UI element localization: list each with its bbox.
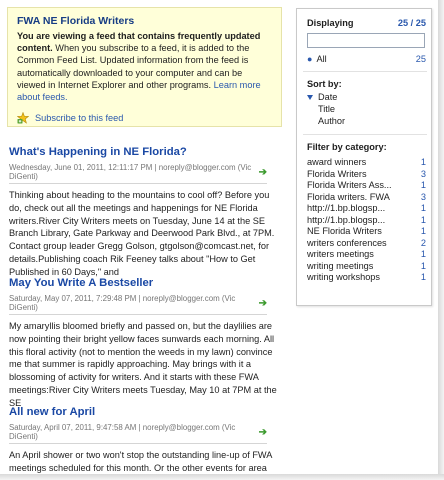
divider [303,134,427,136]
feed-title: FWA NE Florida Writers [17,15,135,27]
feed-article: What's Happening in NE Florida? Wednesda… [9,146,283,279]
filter-all-count: 25 [415,54,426,64]
sort-descending-icon [307,95,313,100]
bullet-icon: ● [307,54,313,64]
article-meta: Saturday, April 07, 2011, 9:47:58 AM | n… [9,423,267,444]
article-meta: Saturday, May 07, 2011, 7:29:48 PM | nor… [9,294,267,315]
category-item[interactable]: writers meetings 1 [307,249,426,261]
article-body: My amaryllis bloomed briefly and passed … [9,321,277,408]
filter-all[interactable]: ● All 25 [307,54,426,64]
sort-option-title[interactable]: Title [307,104,426,116]
article-title-link[interactable]: All new for April [9,406,283,418]
article-body: Thinking about heading to the mountains … [9,190,275,277]
displaying-count: 25 / 25 [397,18,426,28]
article-title-link[interactable]: What's Happening in NE Florida? [9,146,283,158]
subscribe-star-icon [17,112,29,124]
feed-search-input[interactable] [307,33,425,48]
category-item[interactable]: award winners 1 [307,157,426,169]
article-title-link[interactable]: May You Write A Bestseller [9,277,283,289]
article-meta-text: Saturday, April 07, 2011, 9:47:58 AM | n… [9,423,236,441]
category-item[interactable]: writing workshops 1 [307,272,426,284]
subscribe-link[interactable]: Subscribe to this feed [17,112,273,124]
category-list: award winners 1 Florida Writers 3 Florida … [307,157,426,284]
filter-by-category-label: Filter by category: [307,142,387,153]
sort-option-author[interactable]: Author [307,116,426,128]
displaying-label: Displaying [307,18,354,28]
feed-description: You are viewing a feed that contains fre… [17,30,273,103]
subscribe-label: Subscribe to this feed [35,113,124,124]
window-shadow-right [438,0,444,480]
displaying-header: Displaying 25 / 25 [307,18,426,28]
feed-info-box: FWA NE Florida Writers You are viewing a… [7,7,282,127]
category-item[interactable]: Florida Writers 3 [307,169,426,181]
article-meta-text: Wednesday, June 01, 2011, 12:11:17 PM | … [9,163,252,181]
category-item[interactable]: http://1.bp.blogsp... 1 [307,203,426,215]
article-meta-text: Saturday, May 07, 2011, 7:29:48 PM | nor… [9,294,236,312]
article-meta: Wednesday, June 01, 2011, 12:11:17 PM | … [9,163,267,184]
sort-by-label: Sort by: [307,79,342,89]
feed-filter-panel: Displaying 25 / 25 ● All 25 Sort by: Date… [296,8,432,306]
category-item[interactable]: writers conferences 2 [307,238,426,250]
window-shadow-bottom [0,474,444,480]
category-item[interactable]: writing meetings 1 [307,261,426,273]
category-item[interactable]: Florida writers. FWA 3 [307,192,426,204]
category-item[interactable]: http://1.bp.blogsp... 1 [307,215,426,227]
divider [303,71,427,72]
go-arrow-icon[interactable]: ➔ [259,427,267,438]
sort-options: Date Title Author [307,92,426,127]
feed-article: All new for April Saturday, April 07, 20… [9,406,283,480]
go-arrow-icon[interactable]: ➔ [259,298,267,309]
category-item[interactable]: NE Florida Writers 1 [307,226,426,238]
filter-all-label: All [316,54,327,64]
feed-page: FWA NE Florida Writers You are viewing a… [0,0,444,480]
sort-option-date[interactable]: Date [307,92,426,104]
go-arrow-icon[interactable]: ➔ [259,167,267,178]
category-item[interactable]: Florida Writers Ass... 1 [307,180,426,192]
feed-article: May You Write A Bestseller Saturday, May… [9,277,283,410]
